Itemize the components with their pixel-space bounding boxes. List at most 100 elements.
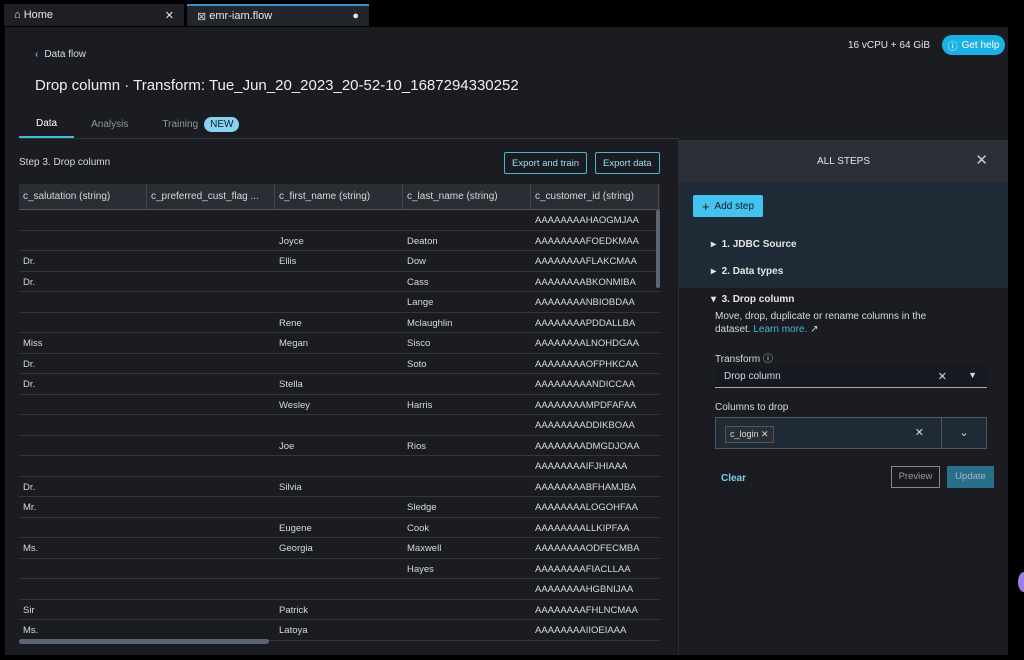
clear-button[interactable]: Clear	[721, 473, 746, 484]
table-cell	[275, 559, 403, 579]
table-cell	[19, 456, 147, 476]
tab-training[interactable]: Training NEW	[145, 111, 256, 138]
columns-to-drop-select[interactable]: c_login ✕ ✕ ⌄	[715, 417, 987, 449]
column-header[interactable]: c_salutation (string)	[19, 184, 147, 209]
caret-down-icon: ▾	[711, 294, 722, 305]
table-cell	[403, 415, 531, 435]
preview-button[interactable]: Preview	[891, 466, 940, 488]
table-cell	[147, 620, 275, 640]
table-cell: Mclaughlin	[407, 317, 453, 329]
table-cell	[147, 272, 275, 292]
dropdown-caret-icon[interactable]: ▼	[968, 370, 977, 380]
table-cell: AAAAAAAAFOEDKMAA	[535, 235, 640, 247]
table-cell: Rios	[407, 440, 427, 452]
transform-select[interactable]: Drop column ✕ ▼	[715, 366, 987, 388]
table-row: Joe Rios AAAAAAAADMGDJOAA	[19, 436, 660, 456]
table-cell: Latoya	[279, 625, 308, 636]
table-cell	[19, 436, 147, 456]
table-row: AAAAAAAAHGBNIJAA	[19, 579, 660, 600]
floating-bubble[interactable]	[1018, 572, 1024, 592]
table-cell	[275, 292, 403, 312]
table-cell: AAAAAAAAHAOGMJAA	[535, 215, 640, 226]
tab-data[interactable]: Data	[19, 111, 75, 138]
table-row: Sir Patrick AAAAAAAAFHLNCMAA	[19, 600, 660, 620]
learn-more-link[interactable]: Learn more.	[753, 324, 807, 335]
home-icon: ⌂	[14, 9, 24, 21]
step-data-types[interactable]: ▸ 2. Data types	[711, 266, 783, 277]
remove-chip-icon[interactable]: ✕	[761, 429, 769, 439]
info-icon: ⓘ	[762, 354, 773, 365]
table-row: Dr. Soto AAAAAAAAOFPHKCAA	[19, 354, 660, 374]
step-drop-column[interactable]: ▾ 3. Drop column	[711, 294, 794, 305]
table-cell	[19, 579, 147, 599]
table-cell	[147, 559, 275, 579]
table-cell: Ms.	[23, 625, 39, 636]
table-cell: AAAAAAAAODFECMBA	[535, 543, 640, 554]
plus-icon: +	[701, 198, 710, 214]
table-cell	[19, 210, 147, 230]
table-header: c_salutation (string) c_preferred_cust_f…	[19, 184, 660, 210]
clear-icon[interactable]: ✕	[938, 370, 947, 383]
chevron-left-icon: ‹	[35, 49, 39, 60]
close-icon[interactable]: ✕	[975, 151, 988, 169]
unsaved-dot-icon[interactable]: ●	[352, 10, 359, 22]
table-cell	[19, 313, 147, 333]
table-cell	[403, 620, 531, 640]
back-link[interactable]: ‹ Data flow	[35, 49, 86, 60]
step-description: Move, drop, duplicate or rename columns …	[715, 311, 927, 335]
table-cell: AAAAAAAABKONMIBA	[535, 276, 636, 288]
column-header[interactable]: c_preferred_cust_flag ...	[147, 184, 275, 209]
table-cell: Sir	[23, 604, 35, 616]
column-header[interactable]: c_last_name (string)	[403, 184, 531, 209]
table-cell: AAAAAAAANBIOBDAA	[535, 297, 635, 308]
export-data-button[interactable]: Export data	[595, 152, 660, 174]
table-cell: Ms.	[23, 543, 39, 554]
export-and-train-button[interactable]: Export and train	[504, 152, 588, 174]
external-link-icon: ↗	[810, 324, 819, 335]
table-cell	[147, 313, 275, 333]
table-cell: Eugene	[279, 522, 312, 534]
table-cell: Hayes	[407, 563, 434, 575]
table-row: Wesley Harris AAAAAAAAMPDFAFAA	[19, 395, 660, 415]
table-cell: AAAAAAAAFHLNCMAA	[535, 604, 638, 616]
table-cell	[275, 497, 403, 517]
table-cell	[403, 456, 531, 476]
tab-emr-iam-flow[interactable]: ⊠ emr-iam.flow ●	[187, 4, 369, 26]
chevron-down-icon[interactable]: ⌄	[941, 418, 986, 448]
table-cell	[19, 292, 147, 312]
table-cell: Rene	[279, 317, 302, 329]
table-cell: AAAAAAAAIFJHIAAA	[535, 461, 628, 472]
table-cell: Joyce	[279, 235, 304, 247]
table-cell: AAAAAAAAFIACLLAA	[535, 563, 631, 575]
table-cell	[147, 210, 275, 230]
table-cell: AAAAAAAALOGOHFAA	[535, 502, 638, 513]
table-cell: Dr.	[23, 276, 36, 288]
horizontal-scrollbar[interactable]	[19, 639, 269, 644]
table-cell: AAAAAAAAANDICCAA	[535, 379, 635, 390]
column-header[interactable]: c_first_name (string)	[275, 184, 403, 209]
table-cell: AAAAAAAAFLAKCMAA	[535, 256, 637, 267]
add-step-button[interactable]: + Add step	[693, 195, 763, 217]
column-header[interactable]: c_customer_id (string)	[531, 184, 659, 209]
step-jdbc-source[interactable]: ▸ 1. JDBC Source	[711, 239, 797, 250]
table-cell	[147, 333, 275, 353]
table-cell: Patrick	[279, 604, 309, 616]
table-row: Hayes AAAAAAAAFIACLLAA	[19, 559, 660, 579]
tab-home[interactable]: ⌂ Home ✕	[4, 4, 184, 26]
get-help-button[interactable]: ⓘ Get help	[942, 35, 1005, 55]
close-icon[interactable]: ✕	[165, 9, 174, 22]
table-row: AAAAAAAADDIKBOAA	[19, 415, 660, 436]
table-row: Ms. Georgia Maxwell AAAAAAAAODFECMBA	[19, 538, 660, 559]
clear-icon[interactable]: ✕	[915, 426, 924, 439]
table-cell: Dr.	[23, 358, 36, 370]
table-cell: AAAAAAAABFHAMJBA	[535, 481, 637, 493]
update-button[interactable]: Update	[947, 466, 994, 488]
vertical-scrollbar[interactable]	[656, 210, 660, 288]
table-cell: Dr.	[23, 256, 36, 267]
transform-label: Transform	[715, 354, 761, 365]
table-row: AAAAAAAAIFJHIAAA	[19, 456, 660, 477]
tab-analysis[interactable]: Analysis	[74, 111, 145, 138]
table-cell: Georgia	[279, 543, 313, 554]
main-area: ‹ Data flow Drop column · Transform: Tue_…	[5, 27, 1008, 655]
table-cell: Stella	[279, 379, 303, 390]
